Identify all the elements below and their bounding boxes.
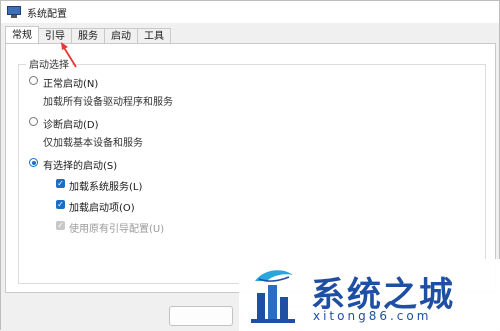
use-original-boot-config-label: 使用原有引导配置(U) <box>69 224 165 235</box>
annotation-arrow-icon <box>61 42 77 68</box>
selective-startup-label[interactable]: 有选择的启动(S) <box>43 157 117 172</box>
watermark-logo-icon <box>251 270 295 323</box>
window-title: 系统配置 <box>27 8 67 20</box>
load-startup-items-checkbox[interactable]: ✓ <box>56 200 65 209</box>
diagnostic-startup-description: 仅加载基本设备和服务 <box>43 138 143 149</box>
diagnostic-startup-radio[interactable] <box>29 117 38 126</box>
tab-startup[interactable]: 启动 <box>104 28 138 43</box>
selective-startup-radio[interactable] <box>29 158 38 167</box>
ok-button[interactable] <box>169 306 233 326</box>
tab-bar: 常规 引导 服务 启动 工具 <box>5 26 171 44</box>
tab-tools[interactable]: 工具 <box>137 28 171 43</box>
title-bar[interactable]: 系统配置 <box>1 1 499 23</box>
watermark-url: xitong86.com <box>313 309 432 323</box>
load-system-services-label[interactable]: 加载系统服务(L) <box>69 178 142 193</box>
watermark: 系统之城 xitong86.com <box>239 259 500 331</box>
diagnostic-startup-label[interactable]: 诊断启动(D) <box>43 116 99 131</box>
general-panel: 启动选择 正常启动(N) 加载所有设备驱动程序和服务 诊断启动(D) 仅加载基本… <box>5 43 496 293</box>
system-config-icon <box>7 6 21 18</box>
load-startup-items-label[interactable]: 加载启动项(O) <box>69 199 135 214</box>
use-original-boot-config-checkbox: ✓ <box>56 221 65 230</box>
normal-startup-description: 加载所有设备驱动程序和服务 <box>43 97 173 108</box>
system-config-window: 系统配置 常规 引导 服务 启动 工具 启动选择 正常启动(N) 加载所有设备驱… <box>0 0 500 331</box>
normal-startup-label[interactable]: 正常启动(N) <box>43 75 98 90</box>
load-system-services-checkbox[interactable]: ✓ <box>56 179 65 188</box>
normal-startup-radio[interactable] <box>29 76 38 85</box>
tab-general[interactable]: 常规 <box>5 26 39 43</box>
